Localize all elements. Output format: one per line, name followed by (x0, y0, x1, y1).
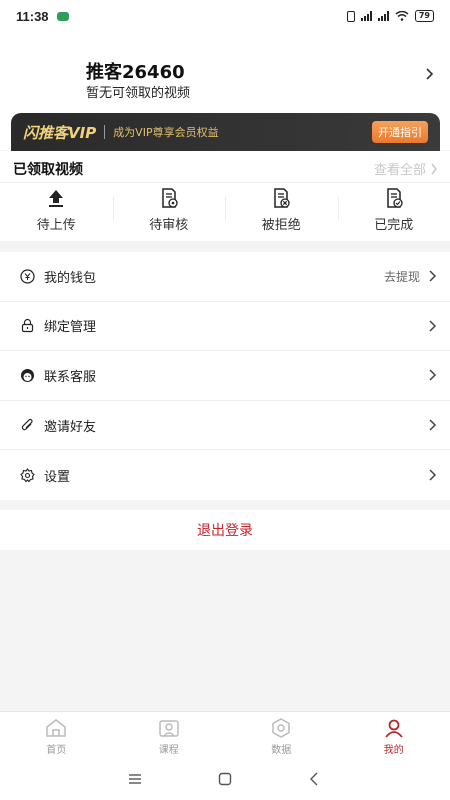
signal-icon-2 (377, 11, 389, 21)
status-time: 11:38 (16, 8, 49, 24)
wallet-icon (20, 269, 35, 284)
review-document-icon (162, 188, 178, 208)
status-icons: 79 (346, 10, 434, 22)
tab-profile[interactable]: 我的 (338, 712, 450, 758)
system-nav-bar (0, 758, 450, 800)
settings-icon (20, 467, 35, 483)
menu-icon[interactable] (127, 771, 143, 787)
vip-guide-button[interactable]: 开通指引 (372, 121, 428, 143)
tab-label: 课程 (158, 745, 179, 756)
lock-icon (21, 319, 34, 333)
menu-item-customer-service[interactable]: 联系客服 (0, 351, 450, 401)
bottom-tab-bar: 首页 课程 数据 我的 (0, 711, 450, 758)
tab-label: 首页 (46, 745, 67, 756)
rejected-document-icon (274, 188, 290, 208)
claimed-videos-title: 已领取视频 (13, 162, 83, 178)
menu-item-label: 绑定管理 (44, 320, 97, 336)
withdraw-link[interactable]: 去提现 (384, 268, 420, 285)
tab-data[interactable]: 数据 (225, 712, 338, 758)
logout-button[interactable]: 退出登录 (0, 510, 450, 550)
back-icon[interactable] (307, 771, 323, 787)
completed-document-icon (387, 188, 403, 208)
profile-subtitle: 暂无可领取的视频 (86, 86, 191, 101)
vip-description: 成为VIP尊享会员权益 (113, 126, 219, 139)
status-item-label: 待上传 (36, 218, 76, 233)
data-icon (272, 718, 290, 738)
video-status-tabs: 待上传 待审核 被拒绝 已完成 (0, 187, 450, 237)
menu-item-label: 设置 (44, 469, 71, 485)
status-item-completed[interactable]: 已完成 (337, 187, 450, 237)
menu-item-invite-friends[interactable]: 邀请好友 (0, 401, 450, 451)
status-item-pending-upload[interactable]: 待上传 (0, 187, 113, 237)
menu-item-label: 邀请好友 (44, 419, 97, 435)
tab-label: 我的 (383, 745, 404, 756)
chevron-right-icon (429, 419, 437, 431)
profile-icon (385, 719, 403, 738)
tab-home[interactable]: 首页 (0, 712, 113, 758)
chevron-right-icon[interactable] (424, 68, 436, 80)
status-item-label: 已完成 (374, 218, 414, 233)
menu-item-label: 联系客服 (44, 369, 97, 385)
chevron-right-icon (429, 270, 437, 282)
status-item-pending-review[interactable]: 待审核 (112, 187, 226, 237)
chevron-right-icon (429, 320, 437, 332)
signal-icon (360, 11, 372, 21)
menu-item-label: 我的钱包 (44, 270, 97, 286)
vip-title: 闪推客VIP (23, 123, 97, 142)
vip-divider (104, 125, 106, 139)
menu-item-settings[interactable]: 设置 (0, 450, 450, 500)
view-all-link[interactable]: 查看全部 (374, 159, 438, 178)
tab-label: 数据 (271, 745, 292, 756)
view-all-label: 查看全部 (373, 163, 426, 178)
customer-service-icon (21, 368, 34, 382)
course-icon (159, 720, 179, 737)
battery-indicator: 79 (414, 10, 434, 22)
chevron-right-icon (429, 469, 437, 481)
menu-item-binding[interactable]: 绑定管理 (0, 302, 450, 352)
menu-item-wallet[interactable]: 我的钱包 去提现 (0, 252, 450, 302)
upload-icon (49, 190, 64, 207)
tab-course[interactable]: 课程 (113, 712, 226, 758)
divider (0, 182, 450, 183)
chevron-right-icon (431, 163, 437, 174)
vibrate-icon (346, 10, 355, 22)
settings-menu: 我的钱包 去提现 绑定管理 联系客服 邀请好友 设置 (0, 252, 450, 500)
username: 推客26460 (86, 62, 185, 83)
chevron-right-icon (429, 369, 437, 382)
status-item-rejected[interactable]: 被拒绝 (225, 187, 338, 237)
app-notification-icon (56, 11, 69, 21)
paperclip-icon (21, 418, 33, 430)
vip-banner[interactable]: 闪推客VIP 成为VIP尊享会员权益 开通指引 (11, 113, 440, 151)
home-icon (46, 719, 66, 737)
status-item-label: 被拒绝 (261, 218, 301, 233)
claimed-videos-card: 已领取视频 查看全部 待上传 待审核 被拒绝 已完成 (0, 151, 450, 241)
status-item-label: 待审核 (149, 218, 189, 233)
status-bar: 11:38 79 (0, 0, 450, 32)
wifi-icon (395, 11, 409, 21)
home-square-icon[interactable] (217, 771, 233, 787)
